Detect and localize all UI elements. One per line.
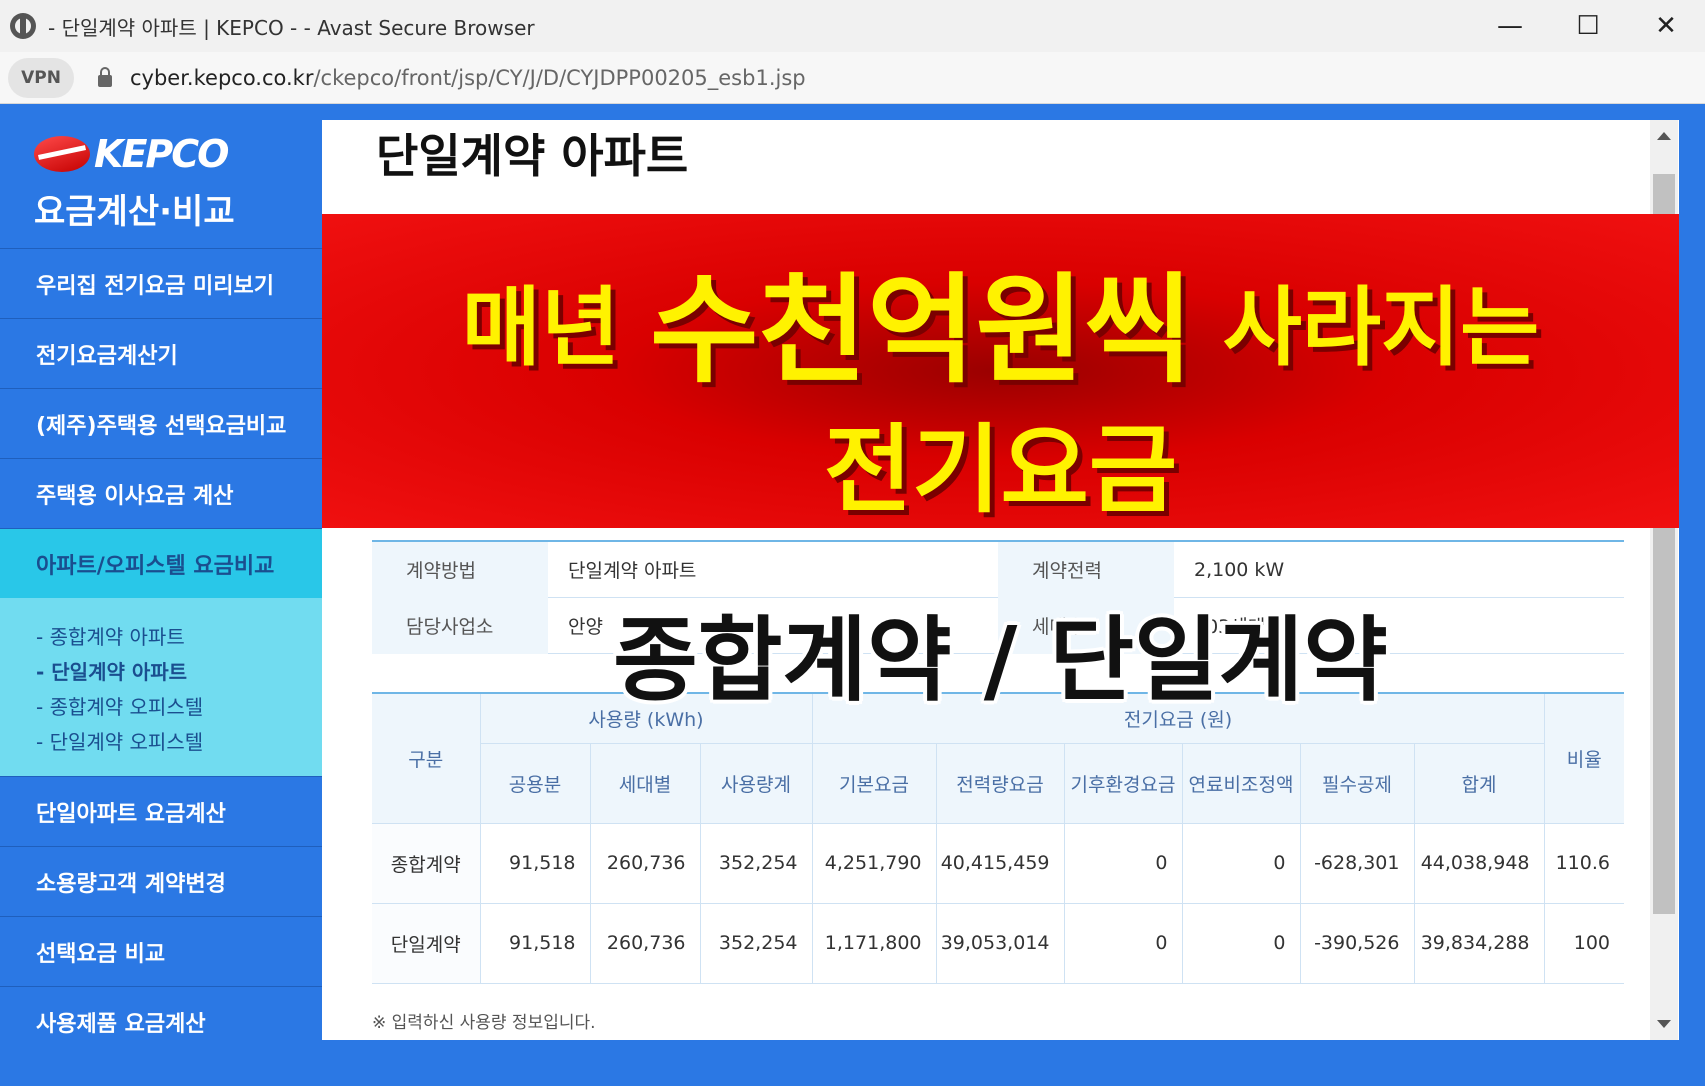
cell-fuel-adjust: 0 <box>1181 822 1301 904</box>
sidebar-item-jeju-compare[interactable]: (제주)주택용 선택요금비교 <box>0 388 322 458</box>
header-common: 공용분 <box>480 742 591 824</box>
subnav-item-single-officetel[interactable]: - 단일계약 오피스텔 <box>36 723 322 758</box>
banner-big: 수천억원씩 <box>649 261 1193 399</box>
minimize-button[interactable]: — <box>1471 0 1549 52</box>
globe-icon <box>10 13 36 39</box>
banner-line-2: 전기요금 <box>823 414 1178 526</box>
cell-ratio: 100 <box>1543 902 1624 984</box>
header-usage-total: 사용량계 <box>699 742 813 824</box>
header-energy-fee: 전력량요금 <box>935 742 1065 824</box>
cell-household: 260,736 <box>589 822 701 904</box>
cell-common: 91,518 <box>479 902 591 984</box>
header-deduction: 필수공제 <box>1299 742 1415 824</box>
logo-text: KEPCO <box>94 132 229 176</box>
subnav-item-single-apartment[interactable]: - 단일계약 아파트 <box>36 653 322 688</box>
contract-power-value: 2,100 kW <box>1194 558 1285 581</box>
cell-usage-total: 352,254 <box>699 822 813 904</box>
sidebar: KEPCO 요금계산·비교 우리집 전기요금 미리보기 전기요금계산기 (제주)… <box>0 104 358 1086</box>
cell-household: 260,736 <box>589 902 701 984</box>
caption-overlay: 종합계약 / 단일계약 <box>613 607 1388 714</box>
cell-energy-fee: 40,415,459 <box>935 822 1065 904</box>
sidebar-nav: 우리집 전기요금 미리보기 전기요금계산기 (제주)주택용 선택요금비교 주택용… <box>0 248 358 1056</box>
usage-note: ※ 입력하신 사용량 정보입니다. <box>372 1013 596 1033</box>
cell-deduction: -390,526 <box>1299 902 1415 984</box>
table-row: 종합계약 91,518 260,736 352,254 4,251,790 40… <box>372 822 1624 904</box>
banner-post: 사라지는 <box>1192 278 1540 378</box>
cell-base-fee: 4,251,790 <box>811 822 937 904</box>
scroll-down-icon[interactable] <box>1657 1020 1671 1028</box>
sidebar-item-home-preview[interactable]: 우리집 전기요금 미리보기 <box>0 248 322 318</box>
url-path: /ckepco/front/jsp/CY/J/D/CYJDPP00205_esb… <box>313 65 806 90</box>
cell-usage-total: 352,254 <box>699 902 813 984</box>
cell-climate-fee: 0 <box>1063 902 1183 984</box>
browser-title-bar: - 단일계약 아파트 | KEPCO - - Avast Secure Brow… <box>0 0 1705 52</box>
header-total: 합계 <box>1413 742 1544 824</box>
contract-method-value: 단일계약 아파트 <box>568 560 697 582</box>
address-bar: VPN cyber.kepco.co.kr/ckepco/front/jsp/C… <box>0 52 1705 104</box>
maximize-button[interactable]: ☐ <box>1549 0 1627 52</box>
cell-deduction: -628,301 <box>1299 822 1415 904</box>
row-label: 종합계약 <box>372 822 481 904</box>
header-fuel-adjust: 연료비조정액 <box>1181 742 1301 824</box>
window-controls: — ☐ ✕ <box>1471 0 1705 52</box>
subnav-item-combined-officetel[interactable]: - 종합계약 오피스텔 <box>36 688 322 723</box>
sidebar-item-single-apartment-calc[interactable]: 단일아파트 요금계산 <box>0 776 322 846</box>
sidebar-item-apartment-compare[interactable]: 아파트/오피스텔 요금비교 <box>0 528 358 599</box>
sidebar-item-product-calc[interactable]: 사용제품 요금계산 <box>0 986 322 1056</box>
page-title: 단일계약 아파트 <box>376 129 689 183</box>
lock-icon[interactable] <box>98 66 112 87</box>
sidebar-item-moving-calc[interactable]: 주택용 이사요금 계산 <box>0 458 322 528</box>
header-base-fee: 기본요금 <box>811 742 937 824</box>
cell-base-fee: 1,171,800 <box>811 902 937 984</box>
subnav-item-combined-apartment[interactable]: - 종합계약 아파트 <box>36 618 322 653</box>
cell-energy-fee: 39,053,014 <box>935 902 1065 984</box>
fee-comparison-table: 구분 사용량 (kWh) 전기요금 (원) 비율 공용분 세대별 사용량계 기본… <box>372 692 1624 984</box>
row-label: 단일계약 <box>372 902 481 984</box>
headline-banner: 매년 수천억원씩 사라지는 전기요금 <box>322 214 1679 528</box>
kepco-logo[interactable]: KEPCO <box>34 132 229 176</box>
cell-ratio: 110.6 <box>1543 822 1624 904</box>
scroll-up-icon[interactable] <box>1657 132 1671 140</box>
cell-total: 39,834,288 <box>1413 902 1545 984</box>
sidebar-item-optional-rate-compare[interactable]: 선택요금 비교 <box>0 916 322 986</box>
table-row: 단일계약 91,518 260,736 352,254 1,171,800 39… <box>372 902 1624 984</box>
url-host: cyber.kepco.co.kr <box>130 65 314 90</box>
cell-climate-fee: 0 <box>1063 822 1183 904</box>
banner-line-1: 매년 수천억원씩 사라지는 <box>322 234 1679 405</box>
window-title: - 단일계약 아파트 | KEPCO - - Avast Secure Brow… <box>48 15 535 40</box>
url-field[interactable]: cyber.kepco.co.kr/ckepco/front/jsp/CY/J/… <box>130 66 806 90</box>
header-household: 세대별 <box>589 742 701 824</box>
vpn-button[interactable]: VPN <box>8 57 74 98</box>
sidebar-subnav: - 종합계약 아파트 - 단일계약 아파트 - 종합계약 오피스텔 - 단일계약… <box>0 598 322 776</box>
header-climate-fee: 기후환경요금 <box>1063 742 1183 824</box>
cell-common: 91,518 <box>479 822 591 904</box>
sidebar-item-calculator[interactable]: 전기요금계산기 <box>0 318 322 388</box>
cell-fuel-adjust: 0 <box>1181 902 1301 984</box>
kepco-logo-mark-icon <box>34 136 90 172</box>
close-button[interactable]: ✕ <box>1627 0 1705 52</box>
cell-total: 44,038,948 <box>1413 822 1545 904</box>
sidebar-subtitle: 요금계산·비교 <box>34 192 235 232</box>
banner-pre: 매년 <box>461 278 650 378</box>
sidebar-item-small-contract-change[interactable]: 소용량고객 계약변경 <box>0 846 322 916</box>
